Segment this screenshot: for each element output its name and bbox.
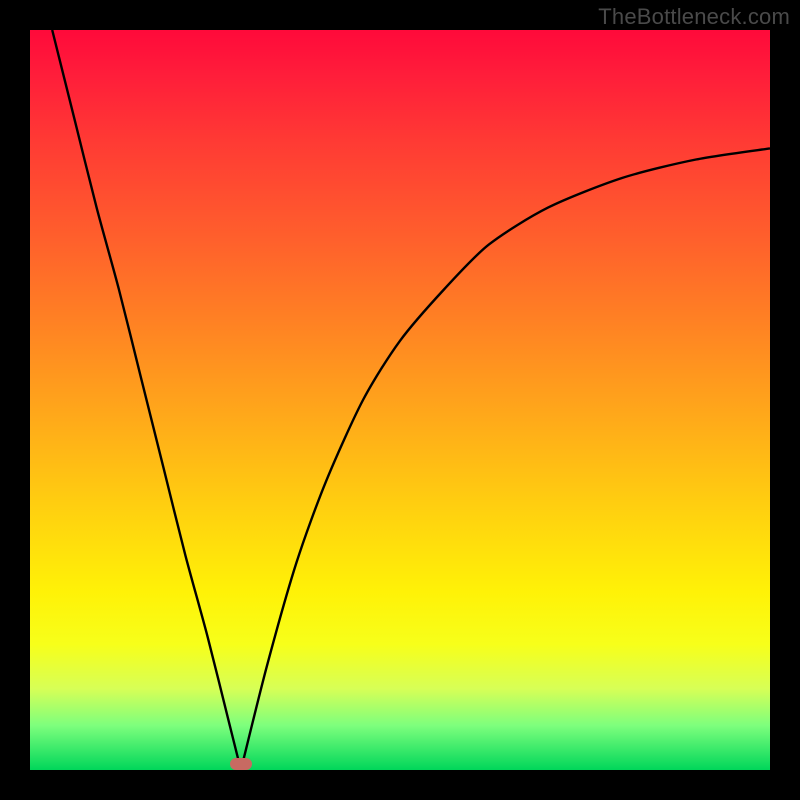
plot-area	[30, 30, 770, 770]
bottleneck-curve	[30, 30, 770, 770]
curve-path	[52, 30, 770, 778]
vertex-marker	[230, 758, 252, 770]
watermark-text: TheBottleneck.com	[598, 4, 790, 30]
chart-container: TheBottleneck.com	[0, 0, 800, 800]
